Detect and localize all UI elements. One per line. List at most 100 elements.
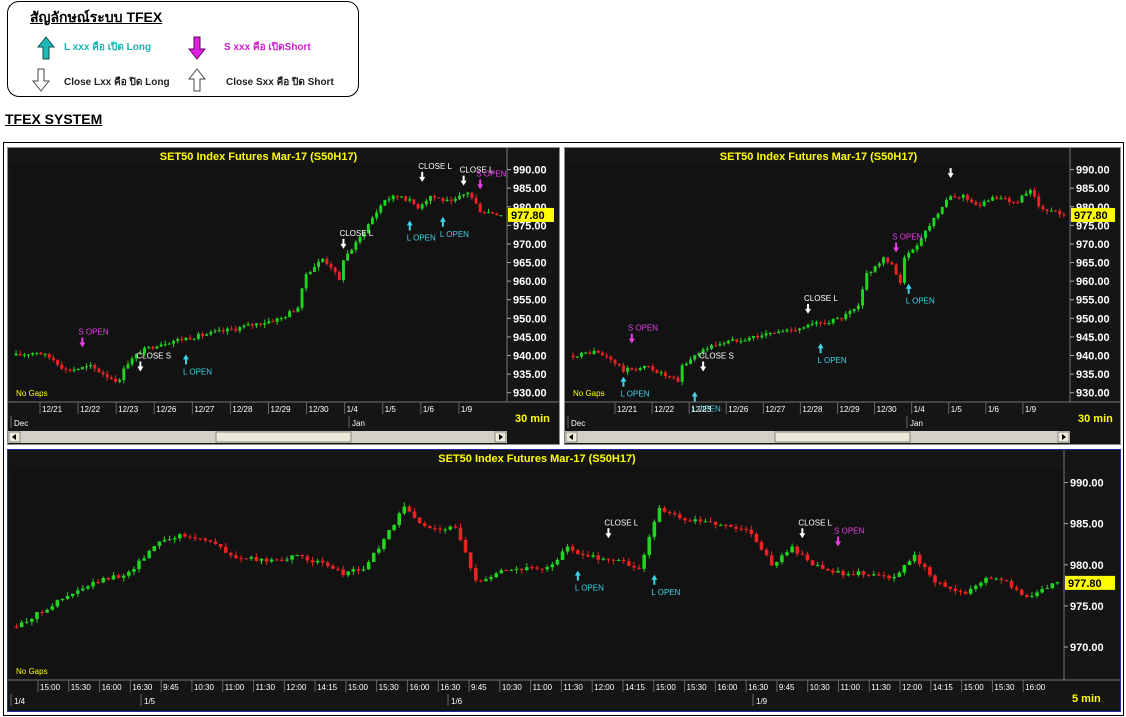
x-tick-label: 12/30 — [309, 405, 330, 414]
candle-body — [708, 521, 713, 523]
candle-body — [1035, 592, 1039, 597]
candle-body — [509, 569, 514, 571]
candle-body — [132, 569, 136, 572]
x-tick-label: 10:30 — [194, 683, 215, 692]
candle-body — [591, 555, 595, 557]
candle-body — [274, 559, 279, 561]
candle-body — [198, 538, 203, 540]
candle-body — [609, 356, 613, 360]
x-tick-label: 14:15 — [317, 683, 338, 692]
y-tick-label: 970.00 — [1076, 239, 1110, 251]
candle-body — [978, 204, 982, 206]
candle-body — [50, 606, 55, 610]
y-tick-label: 945.00 — [513, 332, 547, 344]
candle-body — [159, 344, 163, 347]
candle-body — [152, 546, 157, 552]
candle-body — [337, 271, 341, 281]
signal-label: S OPEN — [892, 233, 922, 242]
candle-body — [772, 333, 776, 335]
candle-body — [944, 199, 948, 207]
candle-body — [768, 333, 772, 335]
candle-body — [731, 339, 734, 341]
x-tick-label: 12/27 — [765, 405, 786, 414]
candle-body — [754, 533, 759, 543]
x-tick-label: 12/29 — [271, 405, 292, 414]
candle-body — [155, 346, 159, 349]
candle-body — [912, 554, 917, 562]
candle-body — [504, 570, 509, 572]
candle-body — [387, 530, 391, 540]
candle-body — [127, 571, 131, 576]
candle-body — [1025, 595, 1029, 597]
candle-body — [218, 544, 223, 547]
candle-body — [55, 600, 60, 607]
y-tick-label: 965.00 — [513, 258, 547, 270]
candle-body — [392, 525, 396, 531]
candle-body — [238, 327, 242, 331]
candle-body — [986, 200, 990, 202]
candle-body — [698, 519, 703, 522]
candle-body — [722, 343, 726, 345]
candle-body — [300, 288, 304, 308]
signal-label: S OPEN — [476, 169, 506, 178]
candle-body — [948, 586, 953, 589]
candle-body — [938, 582, 942, 584]
y-tick-label: 990.00 — [513, 165, 547, 177]
candle-body — [209, 331, 213, 335]
candle-body — [820, 564, 825, 569]
candle-body — [234, 555, 238, 559]
y-tick-label: 960.00 — [1076, 276, 1110, 288]
chart-panel-top-left: SET50 Index Futures Mar-17 (S50H17) 990.0… — [7, 147, 560, 445]
candle-body — [470, 192, 474, 198]
candle-body — [835, 318, 839, 320]
candle-body — [924, 230, 927, 239]
candle-body — [484, 579, 488, 582]
candle-body — [130, 358, 134, 365]
candle-body — [726, 340, 730, 344]
candle-body — [1003, 198, 1007, 200]
y-tick-label: 985.00 — [1070, 519, 1104, 531]
candle-body — [437, 197, 441, 199]
signal-label: CLOSE L — [604, 518, 638, 527]
candle-body — [433, 528, 437, 530]
candle-body — [201, 333, 205, 336]
candle-body — [312, 266, 316, 272]
scrollbar-thumb — [774, 431, 911, 443]
candle-body — [655, 370, 659, 373]
candle-body — [1054, 210, 1057, 212]
candle-body — [412, 199, 416, 205]
candle-body — [229, 552, 233, 556]
candle-body — [703, 521, 708, 523]
candle-body — [290, 555, 294, 560]
candle-body — [999, 578, 1004, 581]
x-tick-label: 16:00 — [409, 683, 430, 692]
candle-body — [856, 571, 861, 575]
timeframe-label: 30 min — [515, 413, 550, 425]
candle-body — [336, 568, 340, 570]
candle-body — [308, 271, 312, 275]
candle-body — [749, 529, 754, 534]
y-tick-label: 975.00 — [1076, 220, 1110, 232]
candle-body — [1014, 587, 1019, 590]
candle-body — [438, 528, 442, 530]
candle-body — [458, 195, 461, 199]
candle-body — [288, 311, 292, 318]
candle-body — [756, 335, 760, 338]
candle-body — [882, 257, 885, 264]
x-tick-label: 15:30 — [71, 683, 92, 692]
x-tick-label: 12/28 — [232, 405, 253, 414]
x-tick-label: 12:00 — [902, 683, 923, 692]
charts-frame: SET50 Index Futures Mar-17 (S50H17) 990.0… — [3, 142, 1124, 716]
candle-body — [613, 359, 617, 364]
candle-body — [499, 570, 504, 574]
candle-body — [764, 549, 769, 556]
candle-body — [1037, 196, 1041, 207]
candle-body — [234, 329, 238, 331]
signal-label: CLOSE L — [804, 294, 838, 303]
x-tick-label: 1/5 — [951, 405, 963, 414]
candle-body — [203, 538, 208, 541]
plot-area — [567, 164, 1070, 402]
signal-label: L OPEN — [183, 367, 212, 376]
candle-body — [147, 551, 152, 559]
x-tick-label: 9:45 — [163, 683, 179, 692]
